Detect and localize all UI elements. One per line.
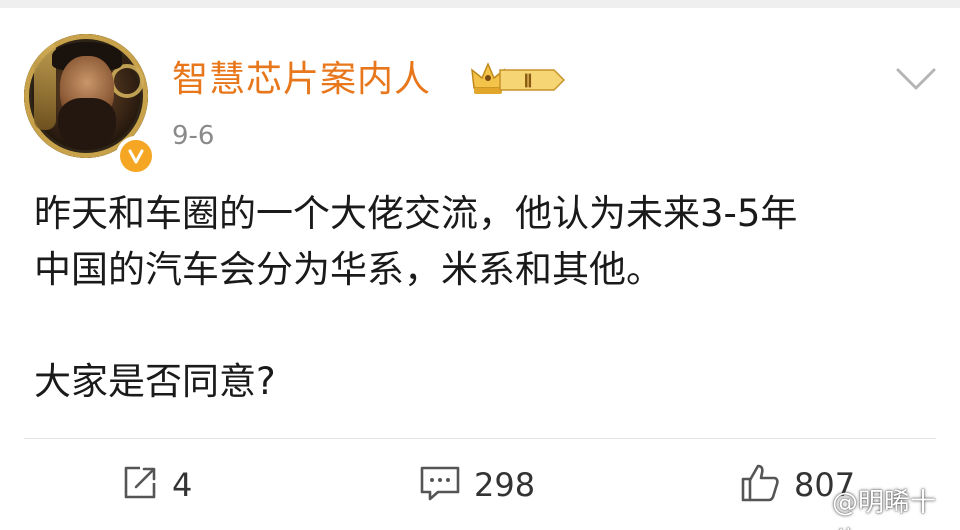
weibo-logo-icon <box>796 503 828 530</box>
divider <box>24 438 936 439</box>
repost-button[interactable]: 4 <box>120 462 192 508</box>
post-date: 9-6 <box>172 121 215 151</box>
repost-count: 4 <box>172 466 193 504</box>
comment-icon <box>418 463 462 507</box>
crown-level-icon[interactable]: Ⅱ <box>470 58 566 102</box>
avatar-beard <box>58 98 116 150</box>
comment-button[interactable]: 298 <box>418 462 535 508</box>
level-text: Ⅱ <box>524 71 533 91</box>
post-body: 昨天和车圈的一个大佬交流，他认为未来3-5年 中国的汽车会分为华系，米系和其他。… <box>34 186 944 410</box>
post-text-line: 中国的汽车会分为华系，米系和其他。 <box>34 248 663 291</box>
chevron-down-icon[interactable] <box>894 64 938 94</box>
thumbs-up-icon <box>738 461 782 509</box>
post-text-line: 大家是否同意? <box>34 360 276 403</box>
comment-count: 298 <box>474 466 536 504</box>
repost-icon <box>120 463 160 507</box>
post-text-line: 昨天和车圈的一个大佬交流，他认为未来3-5年 <box>34 192 798 235</box>
author-name[interactable]: 智慧芯片案内人 <box>172 58 431 102</box>
verified-v-icon <box>116 136 156 176</box>
weibo-post-card: 智慧芯片案内人 Ⅱ 9-6 昨天和车圈的一个大佬交流，他认为未来3-5年 中国的… <box>0 0 960 530</box>
watermark-text: @明晞十八 <box>832 488 937 530</box>
avatar[interactable] <box>24 34 156 176</box>
watermark: @明晞十八 <box>796 488 960 530</box>
